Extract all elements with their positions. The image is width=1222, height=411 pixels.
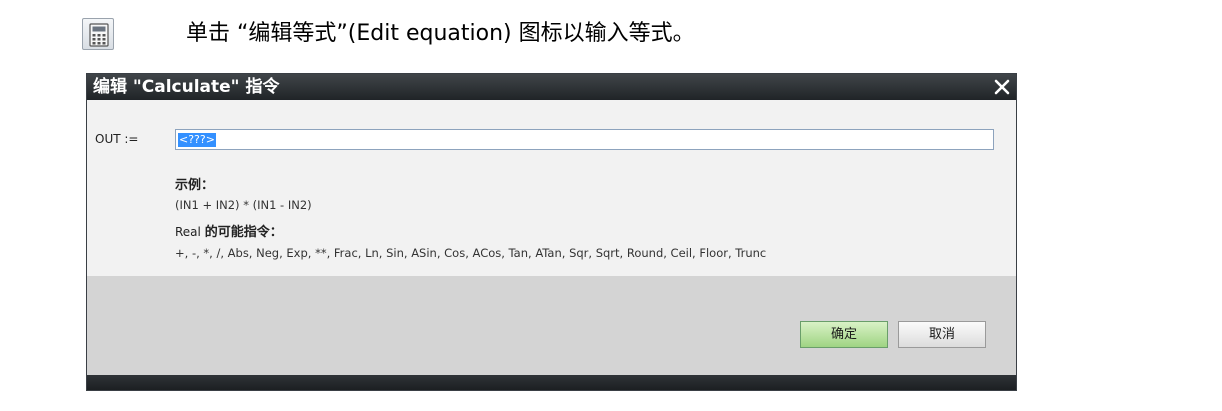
page: 单击 “编辑等式”(Edit equation) 图标以输入等式。 编辑 "Ca… [0, 0, 1222, 411]
out-label: OUT := [95, 132, 139, 146]
instruction-text: 单击 “编辑等式”(Edit equation) 图标以输入等式。 [186, 21, 695, 46]
real-type-label: Real [175, 225, 205, 239]
dialog-title: 编辑 "Calculate" 指令 [93, 77, 280, 97]
example-heading: 示例： [175, 178, 215, 193]
example-formula: (IN1 + IN2) * (IN1 - IN2) [175, 198, 312, 212]
equation-input[interactable]: <???> [175, 129, 994, 150]
equation-value-selected: <???> [178, 133, 216, 147]
dialog-footer: 确定 取消 [87, 276, 1016, 376]
operators-list: +, -, *, /, Abs, Neg, Exp, **, Frac, Ln,… [175, 246, 767, 260]
dialog-bottom-border [87, 375, 1016, 390]
calculate-dialog: 编辑 "Calculate" 指令 OUT := <???> 示例： (IN1 … [86, 73, 1017, 391]
cancel-button[interactable]: 取消 [898, 321, 986, 348]
possible-instructions-heading: Real 的可能指令： [175, 221, 283, 240]
instruction-row: 单击 “编辑等式”(Edit equation) 图标以输入等式。 [82, 14, 1182, 54]
calculator-icon[interactable] [82, 18, 114, 50]
dialog-titlebar[interactable]: 编辑 "Calculate" 指令 [87, 74, 1016, 100]
ok-button[interactable]: 确定 [800, 321, 888, 348]
possible-instructions-label: 的可能指令： [204, 225, 283, 240]
dialog-body: OUT := <???> 示例： (IN1 + IN2) * (IN1 - IN… [87, 100, 1016, 276]
close-icon[interactable] [990, 75, 1014, 99]
